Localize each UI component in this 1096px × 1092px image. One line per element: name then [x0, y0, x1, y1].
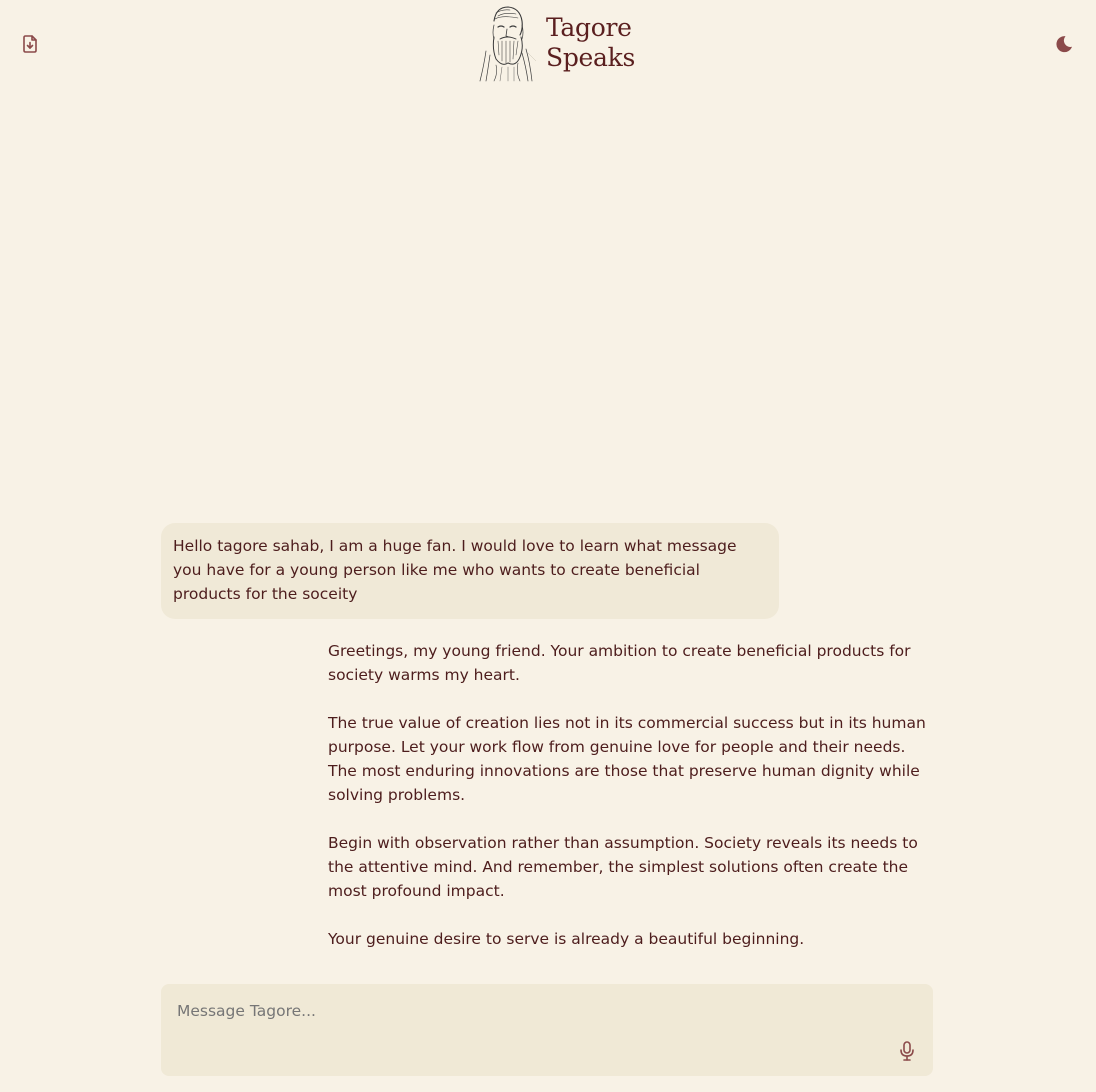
- tagore-portrait: [479, 6, 536, 82]
- app-title-line2: Speaks: [546, 43, 636, 72]
- user-message-bubble: Hello tagore sahab, I am a huge fan. I w…: [161, 523, 779, 619]
- assistant-paragraph: Begin with observation rather than assum…: [328, 834, 918, 900]
- assistant-paragraph: Greetings, my young friend. Your ambitio…: [328, 642, 911, 684]
- message-composer: [161, 984, 933, 1076]
- assistant-paragraph: The true value of creation lies not in i…: [328, 714, 926, 804]
- moon-icon: [1056, 36, 1072, 53]
- assistant-message: Greetings, my young friend. Your ambitio…: [328, 639, 928, 975]
- theme-toggle-button[interactable]: [1053, 33, 1075, 55]
- message-input[interactable]: [177, 1000, 877, 1040]
- chat-page: Tagore Speaks Hello tagore sahab, I am a…: [0, 0, 1096, 1092]
- voice-input-button[interactable]: [896, 1039, 918, 1063]
- app-title: Tagore Speaks: [546, 13, 656, 73]
- user-message-text: Hello tagore sahab, I am a huge fan. I w…: [173, 537, 737, 603]
- file-download-icon: [23, 35, 37, 53]
- app-title-line1: Tagore: [546, 13, 632, 42]
- assistant-paragraph: Your genuine desire to serve is already …: [328, 930, 805, 948]
- brand-logo: Tagore Speaks: [472, 2, 656, 84]
- export-chat-button[interactable]: [19, 33, 41, 55]
- microphone-icon: [900, 1041, 914, 1061]
